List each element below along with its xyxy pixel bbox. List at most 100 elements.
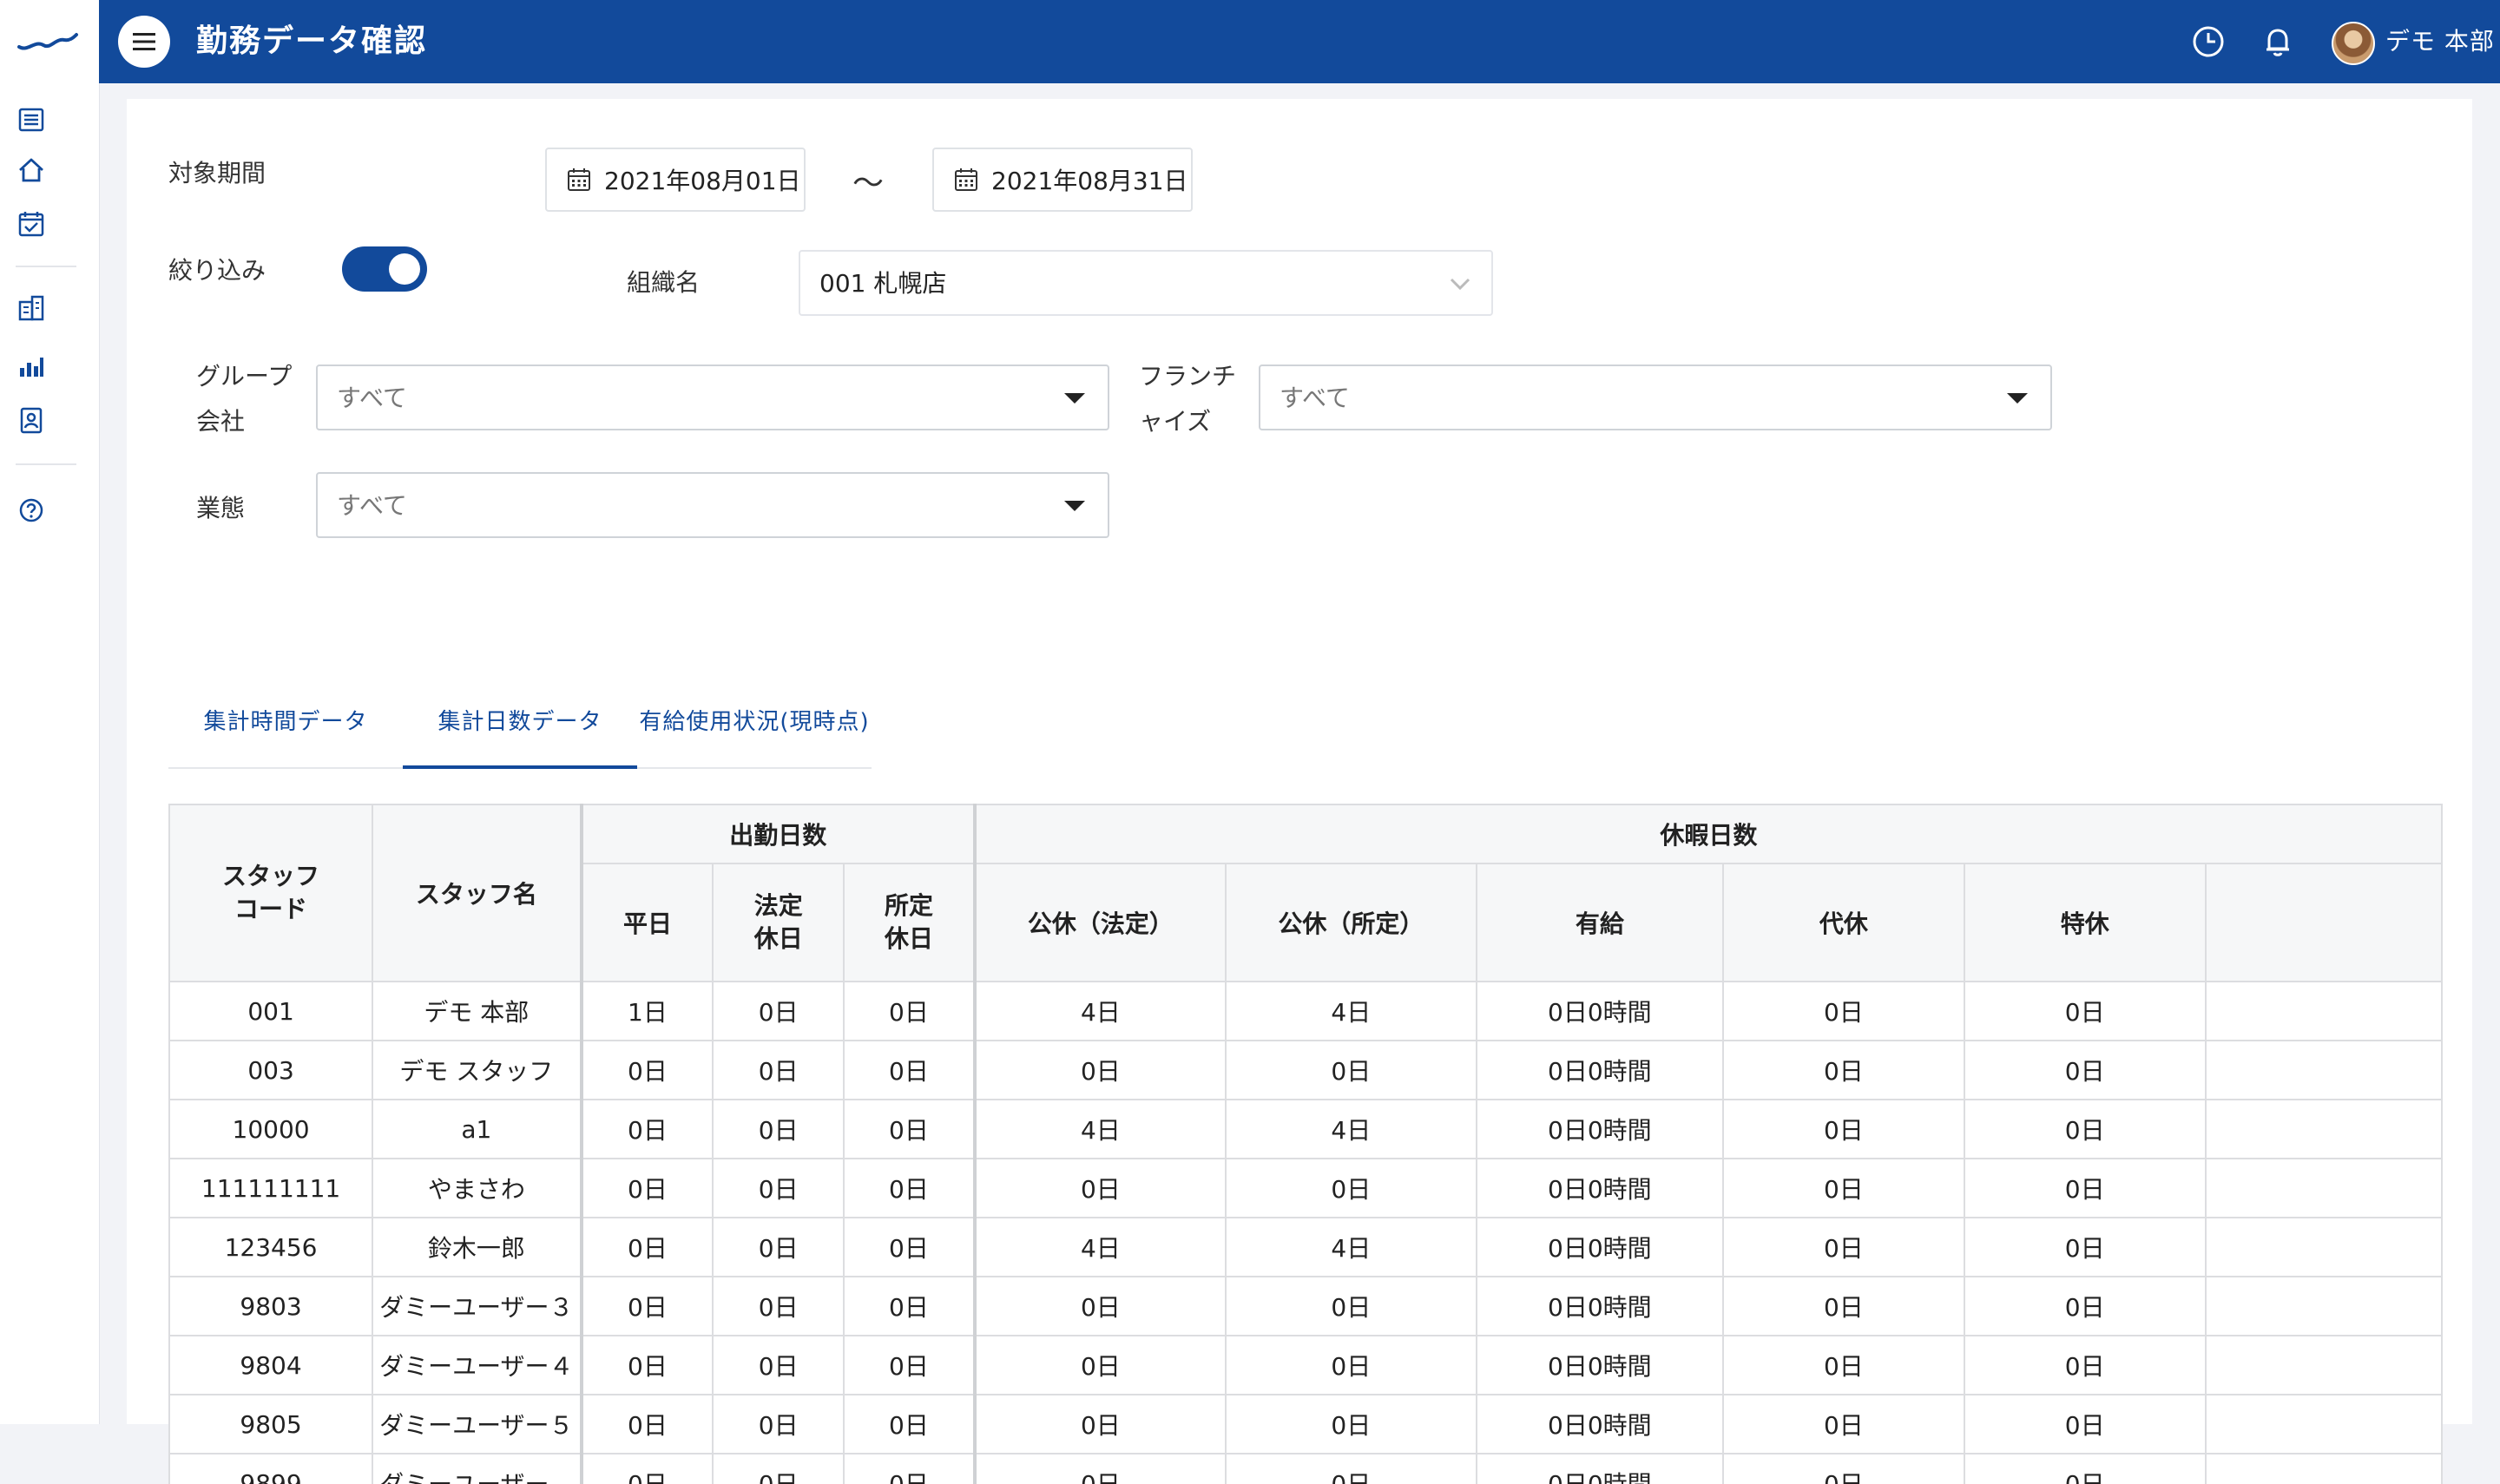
cell-public-scheduled: 0日 bbox=[1224, 1335, 1477, 1395]
table-row[interactable]: 123456 鈴木一郎 0日 0日 0日 4日 4日 0日0時間 0日 0日 bbox=[168, 1217, 2443, 1277]
cell-staff-name: ダミーユーザー４ bbox=[372, 1335, 583, 1395]
cell-staff-name: ダミーユーザー５ bbox=[372, 1394, 583, 1454]
clock-icon[interactable] bbox=[2191, 24, 2226, 59]
brand-logo-icon[interactable] bbox=[16, 26, 80, 57]
cell-special: 0日 bbox=[1963, 1099, 2207, 1159]
table-row[interactable]: 9805 ダミーユーザー５ 0日 0日 0日 0日 0日 0日0時間 0日 0日 bbox=[168, 1394, 2443, 1454]
cell-public-scheduled: 4日 bbox=[1224, 981, 1477, 1041]
cell-weekday: 0日 bbox=[580, 1040, 714, 1100]
cell-substitute: 0日 bbox=[1721, 1040, 1965, 1100]
cell-public-legal: 4日 bbox=[973, 981, 1227, 1041]
table-row[interactable]: 111111111 やまさわ 0日 0日 0日 0日 0日 0日0時間 0日 0日 bbox=[168, 1158, 2443, 1218]
cell-legal-holiday: 0日 bbox=[712, 1099, 845, 1159]
bell-icon[interactable] bbox=[2260, 24, 2295, 59]
col-paid: 有給 bbox=[1475, 863, 1724, 982]
cell-weekday: 0日 bbox=[580, 1099, 714, 1159]
cell-weekday: 0日 bbox=[580, 1158, 714, 1218]
cell-scheduled-holiday: 0日 bbox=[843, 1040, 977, 1100]
franchise-label-line1: フランチ bbox=[1139, 362, 1237, 391]
calendar-check-icon[interactable] bbox=[16, 208, 47, 240]
cell-overflow bbox=[2204, 1158, 2443, 1218]
date-from-field[interactable]: 2021年08月01日 bbox=[545, 148, 806, 212]
col-substitute: 代休 bbox=[1721, 863, 1965, 982]
cell-special: 0日 bbox=[1963, 1217, 2207, 1277]
franchise-label-line2: ャイズ bbox=[1139, 407, 1212, 436]
cell-staff-name: ダミーユーザー… bbox=[372, 1453, 583, 1484]
range-separator: 〜 bbox=[852, 166, 885, 201]
table-row[interactable]: 003 デモ スタッフ 0日 0日 0日 0日 0日 0日0時間 0日 0日 bbox=[168, 1040, 2443, 1100]
cell-substitute: 0日 bbox=[1721, 1099, 1965, 1159]
cell-staff-code: 9805 bbox=[168, 1394, 374, 1454]
franchise-select[interactable]: すべて bbox=[1259, 364, 2052, 430]
calendar-icon bbox=[568, 168, 590, 191]
cell-legal-holiday: 0日 bbox=[712, 981, 845, 1041]
cell-scheduled-holiday: 0日 bbox=[843, 1099, 977, 1159]
bar-chart-icon[interactable] bbox=[16, 351, 47, 382]
cell-overflow bbox=[2204, 1335, 2443, 1395]
cell-legal-holiday: 0日 bbox=[712, 1040, 845, 1100]
col-legal-holiday: 法定 休日 bbox=[712, 863, 845, 982]
help-icon[interactable] bbox=[16, 495, 47, 526]
table-row[interactable]: 9899ダミーユーザー…0日0日0日0日0日0日0時間0日0日 bbox=[168, 1453, 2443, 1484]
cell-special: 0日 bbox=[1963, 1040, 2207, 1100]
cell-staff-code: 111111111 bbox=[168, 1158, 374, 1218]
page-title: 勤務データ確認 bbox=[196, 23, 428, 59]
cell-paid: 0日0時間 bbox=[1475, 1453, 1724, 1484]
cell-weekday: 0日 bbox=[580, 1276, 714, 1336]
cell-weekday: 1日 bbox=[580, 981, 714, 1041]
cell-public-legal: 0日 bbox=[973, 1276, 1227, 1336]
cell-overflow bbox=[2204, 1099, 2443, 1159]
cell-public-scheduled: 0日 bbox=[1224, 1394, 1477, 1454]
date-to-field[interactable]: 2021年08月31日 bbox=[932, 148, 1193, 212]
caret-down-icon bbox=[2007, 393, 2028, 404]
cell-staff-code: 9899 bbox=[168, 1453, 374, 1484]
business-select[interactable]: すべて bbox=[316, 472, 1109, 538]
cell-legal-holiday: 0日 bbox=[712, 1158, 845, 1218]
building-icon[interactable] bbox=[16, 293, 47, 325]
col-group-attendance: 出勤日数 bbox=[580, 804, 977, 864]
cell-public-legal: 4日 bbox=[973, 1217, 1227, 1277]
col-scheduled-holiday-line1: 所定 bbox=[884, 891, 933, 920]
org-select-value: 001 札幌店 bbox=[819, 269, 947, 298]
narrow-label: 絞り込み bbox=[168, 256, 266, 285]
id-badge-icon[interactable] bbox=[16, 404, 47, 436]
cell-weekday: 0日 bbox=[580, 1453, 714, 1484]
home-icon[interactable] bbox=[16, 154, 47, 186]
cell-staff-code: 9804 bbox=[168, 1335, 374, 1395]
cell-paid: 0日0時間 bbox=[1475, 1158, 1724, 1218]
cell-special: 0日 bbox=[1963, 1335, 2207, 1395]
business-select-value: すべて bbox=[337, 491, 407, 520]
cell-paid: 0日0時間 bbox=[1475, 1335, 1724, 1395]
narrow-toggle[interactable] bbox=[342, 246, 427, 292]
col-group-leave: 休暇日数 bbox=[973, 804, 2443, 864]
cell-staff-name: デモ スタッフ bbox=[372, 1040, 583, 1100]
avatar[interactable] bbox=[2332, 22, 2375, 65]
cell-staff-code: 123456 bbox=[168, 1217, 374, 1277]
caret-down-icon bbox=[1064, 501, 1085, 511]
col-staff-code-line2: コード bbox=[234, 895, 308, 923]
list-icon[interactable] bbox=[16, 104, 47, 135]
cell-staff-code: 001 bbox=[168, 981, 374, 1041]
table-row[interactable]: 001 デモ 本部 1日 0日 0日 4日 4日 0日0時間 0日 0日 bbox=[168, 981, 2443, 1041]
group-label-line1: グループ bbox=[196, 362, 293, 391]
data-table-container: スタッフ コード スタッフ名 出勤日数 休暇日数 平日 法定 休日 所定 休日 … bbox=[168, 703, 2443, 1484]
menu-button[interactable] bbox=[118, 16, 170, 68]
sidebar-divider bbox=[16, 266, 76, 267]
group-select[interactable]: すべて bbox=[316, 364, 1109, 430]
cell-public-scheduled: 4日 bbox=[1224, 1099, 1477, 1159]
org-select[interactable]: 001 札幌店 bbox=[799, 250, 1493, 316]
cell-special: 0日 bbox=[1963, 1158, 2207, 1218]
user-name[interactable]: デモ 本部 bbox=[2385, 24, 2495, 59]
chevron-down-icon bbox=[1450, 278, 1470, 291]
sidebar bbox=[0, 0, 100, 1424]
cell-legal-holiday: 0日 bbox=[712, 1276, 845, 1336]
table-row[interactable]: 10000 a1 0日 0日 0日 4日 4日 0日0時間 0日 0日 bbox=[168, 1099, 2443, 1159]
sidebar-divider bbox=[16, 463, 76, 465]
col-legal-holiday-line1: 法定 bbox=[753, 891, 803, 920]
table-row[interactable]: 9804 ダミーユーザー４ 0日 0日 0日 0日 0日 0日0時間 0日 0日 bbox=[168, 1335, 2443, 1395]
col-staff-code: スタッフ コード bbox=[168, 804, 374, 982]
col-special: 特休 bbox=[1963, 863, 2207, 982]
table-row[interactable]: 9803 ダミーユーザー３ 0日 0日 0日 0日 0日 0日0時間 0日 0日 bbox=[168, 1276, 2443, 1336]
cell-staff-name: 鈴木一郎 bbox=[372, 1217, 583, 1277]
col-staff-name: スタッフ名 bbox=[372, 804, 583, 982]
